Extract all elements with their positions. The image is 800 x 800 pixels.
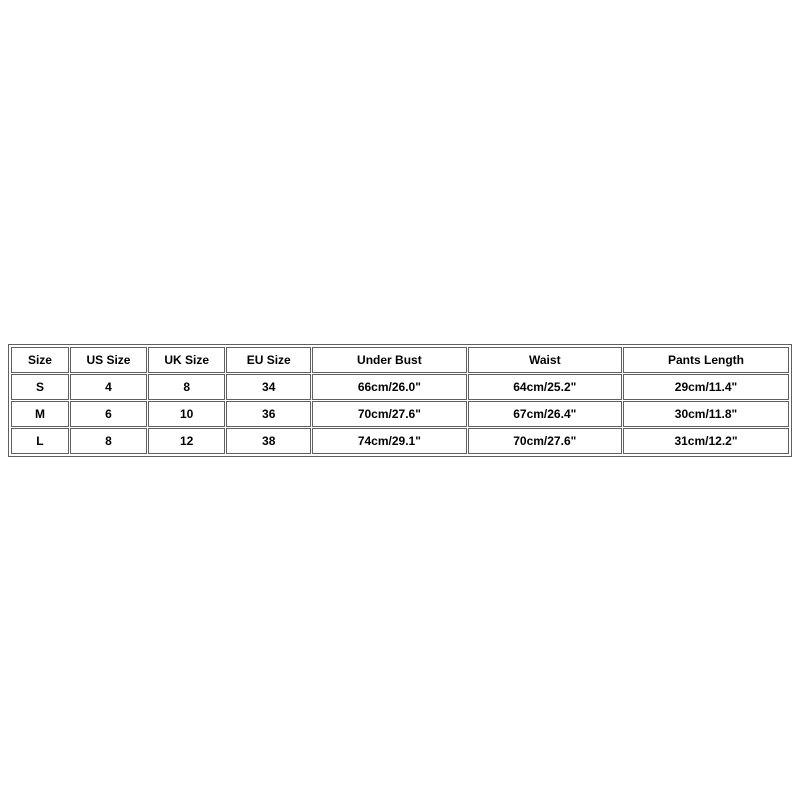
cell-eu-size: 38: [226, 428, 311, 454]
header-waist: Waist: [468, 347, 622, 373]
cell-pants-length: 29cm/11.4": [623, 374, 789, 400]
cell-under-bust: 70cm/27.6": [312, 401, 466, 427]
cell-size: S: [11, 374, 69, 400]
header-pants-length: Pants Length: [623, 347, 789, 373]
header-us-size: US Size: [70, 347, 147, 373]
cell-under-bust: 74cm/29.1": [312, 428, 466, 454]
cell-pants-length: 30cm/11.8": [623, 401, 789, 427]
header-under-bust: Under Bust: [312, 347, 466, 373]
size-chart-table: Size US Size UK Size EU Size Under Bust …: [10, 346, 790, 455]
cell-us-size: 6: [70, 401, 147, 427]
header-eu-size: EU Size: [226, 347, 311, 373]
cell-uk-size: 10: [148, 401, 225, 427]
table-header-row: Size US Size UK Size EU Size Under Bust …: [11, 347, 789, 373]
table-row: S 4 8 34 66cm/26.0" 64cm/25.2" 29cm/11.4…: [11, 374, 789, 400]
cell-us-size: 8: [70, 428, 147, 454]
cell-pants-length: 31cm/12.2": [623, 428, 789, 454]
cell-waist: 64cm/25.2": [468, 374, 622, 400]
header-uk-size: UK Size: [148, 347, 225, 373]
cell-size: M: [11, 401, 69, 427]
cell-uk-size: 8: [148, 374, 225, 400]
cell-size: L: [11, 428, 69, 454]
cell-eu-size: 36: [226, 401, 311, 427]
header-size: Size: [11, 347, 69, 373]
table-row: M 6 10 36 70cm/27.6" 67cm/26.4" 30cm/11.…: [11, 401, 789, 427]
cell-under-bust: 66cm/26.0": [312, 374, 466, 400]
cell-eu-size: 34: [226, 374, 311, 400]
cell-us-size: 4: [70, 374, 147, 400]
cell-waist: 70cm/27.6": [468, 428, 622, 454]
cell-uk-size: 12: [148, 428, 225, 454]
cell-waist: 67cm/26.4": [468, 401, 622, 427]
table-row: L 8 12 38 74cm/29.1" 70cm/27.6" 31cm/12.…: [11, 428, 789, 454]
size-chart-container: Size US Size UK Size EU Size Under Bust …: [8, 344, 792, 457]
